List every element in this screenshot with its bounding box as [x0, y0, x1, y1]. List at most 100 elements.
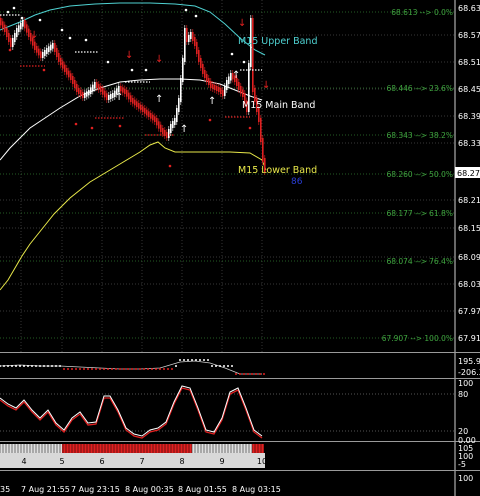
osc1-dot — [103, 368, 105, 370]
candle-bear — [120, 86, 122, 92]
osc1-dot — [151, 368, 153, 370]
candle-bear — [242, 89, 244, 97]
osc1-dot — [115, 368, 117, 370]
oscillator-pane-1: 195.94 -206.3 — [0, 357, 480, 377]
candle-bull — [84, 92, 86, 98]
counter-label: 6 — [99, 457, 104, 466]
osc1-dot — [159, 368, 161, 370]
osc1-dot — [67, 368, 69, 370]
swing-dot-red — [8, 48, 12, 52]
fib-label-23: 68.446 --> 23.6% — [386, 84, 453, 93]
osc1-dot — [95, 368, 97, 370]
candle-bull — [180, 78, 182, 102]
candle-bull — [108, 95, 110, 100]
price-tick: 68.155 — [458, 224, 480, 233]
counter-label: 7 — [139, 457, 144, 466]
osc1-dot — [187, 359, 189, 361]
candle-bear — [76, 84, 78, 92]
sell-arrow-icon: ↓ — [155, 54, 163, 65]
candle-bear — [262, 138, 264, 162]
price-tick: 67.915 — [458, 334, 480, 343]
candle-bull — [184, 28, 186, 62]
main-band-label: M15 Main Band — [242, 100, 315, 111]
candle-bull — [52, 43, 54, 49]
price-tick: 67.975 — [458, 307, 480, 316]
upper-band-line — [0, 2, 266, 56]
osc1-dot — [3, 365, 5, 367]
candle-bear — [56, 48, 58, 57]
candle-bull — [16, 28, 18, 37]
osc1-dot — [111, 368, 113, 370]
candle-bull — [168, 129, 170, 138]
candle-bull — [174, 118, 176, 125]
osc1-dot — [59, 365, 61, 367]
candle-bull — [90, 87, 92, 94]
counter-segment-white — [0, 444, 62, 453]
price-tick: 68.095 — [458, 253, 480, 262]
candle-bear — [198, 50, 200, 62]
candle-bear — [4, 24, 6, 32]
osc1-dot — [43, 365, 45, 367]
candle-bull — [48, 46, 50, 52]
candle-bull — [182, 58, 184, 82]
price-tick: 68.035 — [458, 280, 480, 289]
counter-label: 4 — [21, 457, 26, 466]
osc1-dot — [235, 373, 237, 375]
candle-bear — [210, 81, 212, 88]
candle-bear — [36, 46, 38, 53]
candle-bull — [190, 32, 192, 39]
time-label: 7 Aug 21:55 — [21, 485, 70, 494]
candle-bear — [54, 43, 56, 52]
candle-bear — [132, 98, 134, 104]
trading-chart[interactable]: 68.613 --> 0.0% 68.446 --> 23.6% 68.343 … — [0, 0, 480, 496]
fib-label-76: 68.074 --> 76.4% — [386, 257, 453, 266]
osc1-dot — [11, 365, 13, 367]
upper-band-label: M15 Upper Band — [238, 36, 317, 47]
price-tick: 68.335 — [458, 139, 480, 148]
candle-bear — [70, 73, 72, 80]
candle-bear — [126, 90, 128, 97]
osc1-dot — [99, 368, 101, 370]
price-tick: 68.515 — [458, 58, 480, 67]
price-tick: 68.395 — [458, 112, 480, 121]
sell-arrow-icon: ↓ — [238, 18, 246, 29]
candle-bear — [40, 51, 42, 58]
osc1-dot — [139, 368, 141, 370]
candle-bear — [158, 121, 160, 129]
candle-bear — [98, 84, 100, 90]
fib-labels: 68.613 --> 0.0% 68.446 --> 23.6% 68.343 … — [382, 8, 453, 343]
osc1-dot — [0, 365, 1, 367]
candle-bear — [38, 48, 40, 56]
candle-bear — [136, 101, 138, 107]
candle-bear — [68, 70, 70, 78]
candle-bull — [46, 48, 48, 54]
candle-bear — [142, 106, 144, 112]
time-label: 8 Aug 03:15 — [232, 485, 281, 494]
counter-tick: 100 — [458, 474, 473, 483]
osc1-dot — [91, 368, 93, 370]
candle-bear — [146, 109, 148, 116]
swing-dot-red — [168, 164, 172, 168]
candle-bear — [72, 76, 74, 84]
fib-label-100: 67.907 --> 100.0% — [382, 334, 453, 343]
swing-dot-white — [6, 10, 10, 14]
candle-bear — [8, 33, 10, 42]
candle-bear — [252, 18, 254, 92]
candle-bull — [110, 94, 112, 99]
price-tick: 68.575 — [458, 31, 480, 40]
osc1-dot — [7, 365, 9, 367]
candle-bear — [144, 108, 146, 114]
candle-bear — [162, 128, 164, 134]
candle-bull — [44, 50, 46, 56]
candle-bear — [0, 18, 2, 26]
swing-dot-red — [74, 122, 78, 126]
candle-bear — [100, 86, 102, 92]
osc1-dot — [55, 365, 57, 367]
candle-bear — [218, 87, 220, 92]
osc1-dot — [87, 368, 89, 370]
candle-bull — [224, 86, 226, 96]
swing-dot-white — [68, 36, 72, 40]
candle-bear — [74, 80, 76, 88]
osc1-dot — [39, 365, 41, 367]
swing-dot-white — [194, 14, 198, 18]
